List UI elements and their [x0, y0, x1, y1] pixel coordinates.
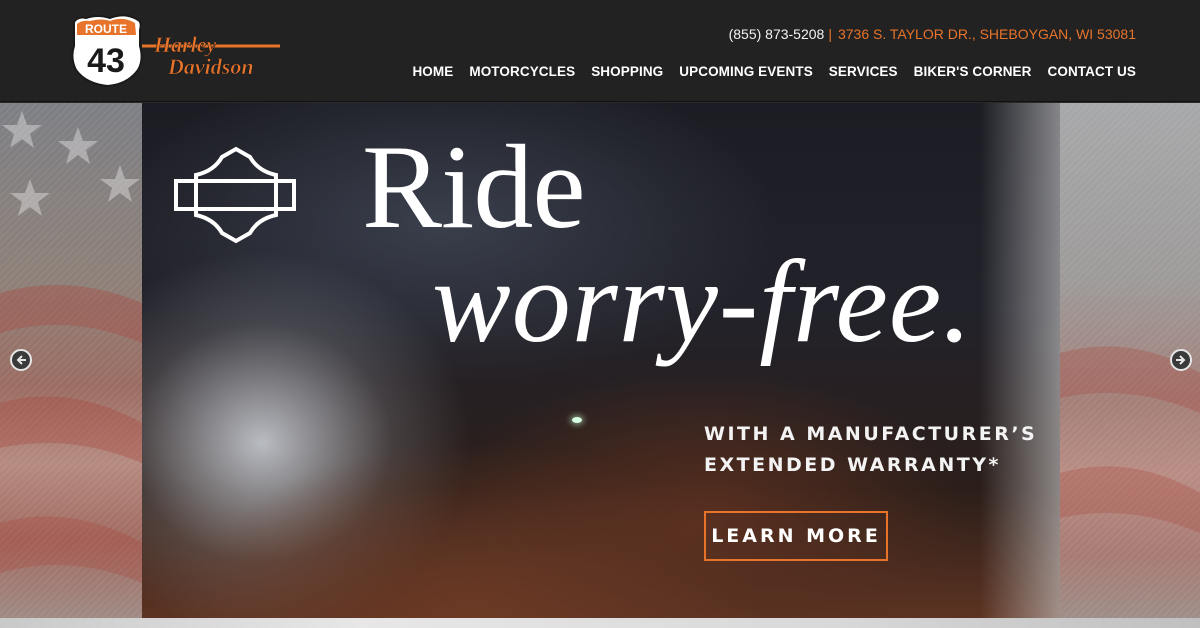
- arrow-right-icon: [1176, 355, 1186, 365]
- slider-bottom-strip: [0, 618, 1200, 628]
- nav-upcoming-events[interactable]: UPCOMING EVENTS: [679, 64, 813, 79]
- address-text[interactable]: 3736 S. TAYLOR DR., SHEBOYGAN, WI 53081: [838, 26, 1136, 42]
- site-header: ROUTE 43 Harley Davidson (855) 873-5208 |…: [0, 0, 1200, 102]
- hero-headline-ride: Ride: [362, 120, 586, 253]
- logo-brand-line2: Davidson: [167, 54, 254, 79]
- slider-prev-button[interactable]: [10, 349, 32, 371]
- nav-bikers-corner[interactable]: BIKER'S CORNER: [914, 64, 1032, 79]
- nav-contact-us[interactable]: CONTACT US: [1048, 64, 1137, 79]
- main-nav: HOME MOTORCYCLES SHOPPING UPCOMING EVENT…: [412, 64, 1136, 79]
- contact-info: (855) 873-5208 | 3736 S. TAYLOR DR., SHEBO…: [729, 26, 1136, 42]
- nav-home[interactable]: HOME: [412, 64, 453, 79]
- arrow-left-icon: [16, 355, 26, 365]
- route43-harley-davidson-logo[interactable]: ROUTE 43 Harley Davidson: [68, 12, 313, 88]
- helmet-edge-highlight: [980, 103, 1060, 618]
- hero-subline-line2: EXTENDED WARRANTY*: [704, 454, 1001, 476]
- bar-and-shield-icon: [174, 146, 296, 244]
- learn-more-button[interactable]: LEARN MORE: [704, 511, 888, 561]
- nav-shopping[interactable]: SHOPPING: [591, 64, 663, 79]
- contact-separator: |: [828, 26, 832, 42]
- eye-reflection: [572, 417, 582, 423]
- nav-services[interactable]: SERVICES: [829, 64, 898, 79]
- hero-subline-line1: WITH A MANUFACTURER’S: [704, 423, 1038, 445]
- hero-slide: Ride worry-free. WITH A MANUFACTURER’S E…: [142, 103, 1060, 618]
- nav-motorcycles[interactable]: MOTORCYCLES: [469, 64, 575, 79]
- logo-route-number: 43: [87, 42, 125, 80]
- hero-headline-worry-free: worry-free.: [432, 236, 973, 367]
- slider-next-button[interactable]: [1170, 349, 1192, 371]
- hero-subline: WITH A MANUFACTURER’S EXTENDED WARRANTY*: [704, 419, 1037, 481]
- logo-route-text: ROUTE: [85, 22, 127, 36]
- phone-number[interactable]: (855) 873-5208: [729, 26, 825, 42]
